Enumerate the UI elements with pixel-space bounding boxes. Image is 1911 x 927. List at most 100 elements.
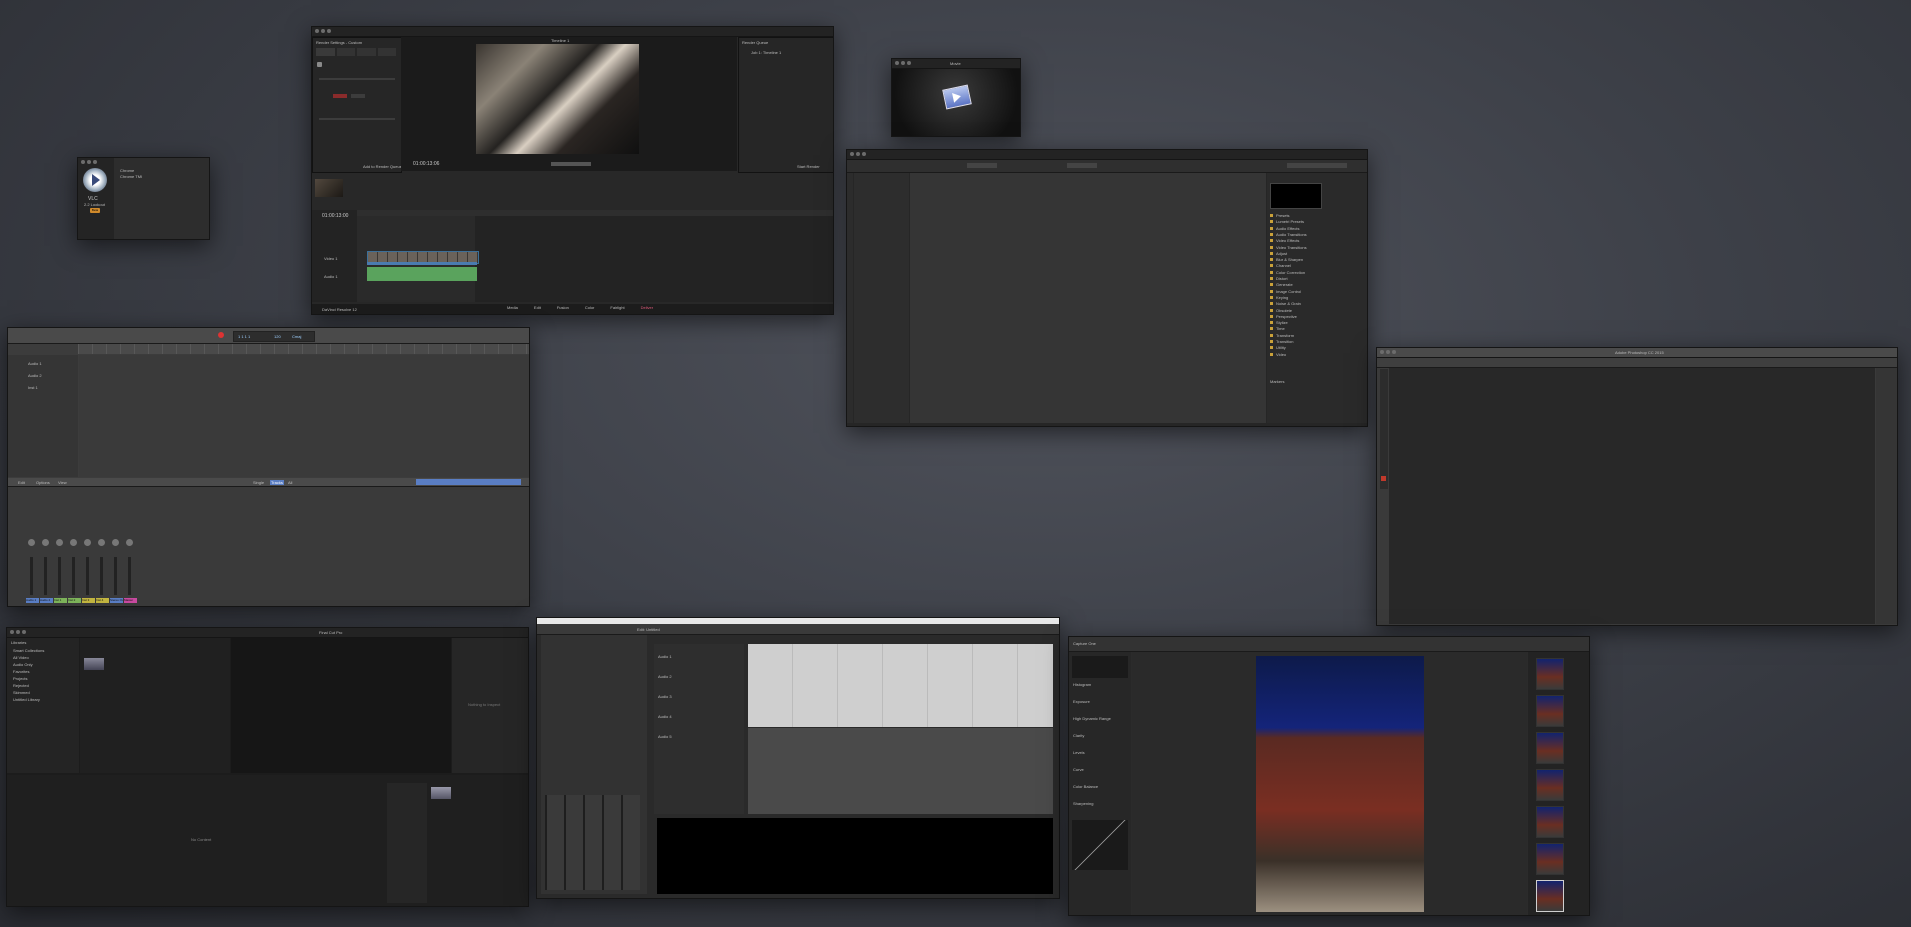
faders[interactable] bbox=[545, 795, 640, 890]
filmstrip-thumbnail[interactable] bbox=[1536, 695, 1564, 727]
page-color[interactable]: Color bbox=[585, 305, 595, 310]
mixer-tab-edit[interactable]: Edit bbox=[18, 480, 25, 485]
effects-list-item[interactable]: Channel bbox=[1276, 263, 1291, 268]
effects-list-item[interactable]: Lumetri Presets bbox=[1276, 219, 1304, 224]
transport-buttons[interactable] bbox=[967, 163, 997, 168]
add-queue-button[interactable]: Add to Render Queue bbox=[363, 164, 402, 169]
library-item[interactable]: Skimmed bbox=[13, 690, 30, 695]
mixer-tab-view[interactable]: View bbox=[58, 480, 67, 485]
job-item[interactable]: Job 1: Timeline 1 bbox=[751, 50, 781, 55]
tool-section[interactable]: Sharpening bbox=[1073, 801, 1093, 806]
effects-list-item[interactable]: Noise & Grain bbox=[1276, 301, 1301, 306]
pan-knob[interactable] bbox=[28, 539, 35, 546]
effects-list-item[interactable]: Keying bbox=[1276, 295, 1288, 300]
tool-section[interactable]: High Dynamic Range bbox=[1073, 716, 1111, 721]
window-controls[interactable] bbox=[81, 160, 97, 164]
filmstrip-thumbnail[interactable] bbox=[1536, 880, 1564, 912]
media-thumbnail[interactable] bbox=[315, 179, 343, 197]
settings-icon[interactable] bbox=[317, 62, 322, 67]
pan-knob[interactable] bbox=[70, 539, 77, 546]
filmstrip-thumbnail[interactable] bbox=[1536, 732, 1564, 764]
effects-list-item[interactable]: Image Control bbox=[1276, 289, 1301, 294]
page-edit[interactable]: Edit bbox=[534, 305, 541, 310]
lcd-display[interactable]: 1 1 1 1 120 Cmaj bbox=[233, 331, 315, 342]
filter-all[interactable]: All bbox=[288, 480, 292, 485]
tool-section[interactable]: Color Balance bbox=[1073, 784, 1098, 789]
clip-thumbnail[interactable] bbox=[84, 658, 104, 670]
effects-list-item[interactable]: Color Correction bbox=[1276, 270, 1305, 275]
effects-list-item[interactable]: Distort bbox=[1276, 276, 1288, 281]
filter-single[interactable]: Single bbox=[253, 480, 264, 485]
record-button[interactable] bbox=[218, 332, 224, 338]
channel-fader[interactable] bbox=[44, 557, 47, 595]
filmstrip-thumbnail[interactable] bbox=[1536, 806, 1564, 838]
curve-graph[interactable] bbox=[1072, 820, 1128, 870]
channel-fader[interactable] bbox=[58, 557, 61, 595]
pan-knob[interactable] bbox=[112, 539, 119, 546]
transport-controls[interactable] bbox=[551, 162, 591, 166]
start-render-button[interactable]: Start Render bbox=[797, 164, 820, 169]
pan-knob[interactable] bbox=[126, 539, 133, 546]
filter-tracks[interactable]: Tracks bbox=[270, 480, 284, 485]
effects-list-item[interactable]: Audio Transitions bbox=[1276, 232, 1307, 237]
zoom-control[interactable] bbox=[1067, 163, 1097, 168]
codec-field[interactable] bbox=[351, 94, 365, 98]
library-item[interactable]: Audio Only bbox=[13, 662, 33, 667]
mixer-category-buttons[interactable] bbox=[416, 479, 521, 485]
effects-list-item[interactable]: Utility bbox=[1276, 345, 1286, 350]
effects-list-item[interactable]: Time bbox=[1276, 326, 1285, 331]
channel-fader[interactable] bbox=[30, 557, 33, 595]
tool-section[interactable]: Curve bbox=[1073, 767, 1084, 772]
page-fairlight[interactable]: Fairlight bbox=[610, 305, 624, 310]
tool-section[interactable]: Histogram bbox=[1073, 682, 1091, 687]
page-fusion[interactable]: Fusion bbox=[557, 305, 569, 310]
effects-list-item[interactable]: Video Effects bbox=[1276, 238, 1299, 243]
library-item[interactable]: Smart Collections bbox=[13, 648, 44, 653]
channel-fader[interactable] bbox=[86, 557, 89, 595]
effects-list-item[interactable]: Generate bbox=[1276, 282, 1293, 287]
swatch-foreground[interactable] bbox=[1381, 476, 1386, 481]
library-item[interactable]: Projects bbox=[13, 676, 27, 681]
filmstrip-thumbnail[interactable] bbox=[1536, 658, 1564, 690]
edit-grid[interactable] bbox=[748, 644, 1053, 727]
page-deliver[interactable]: Deliver bbox=[641, 305, 653, 310]
mixer-tab-options[interactable]: Options bbox=[36, 480, 50, 485]
channel-fader[interactable] bbox=[114, 557, 117, 595]
library-item[interactable]: Untitled Library bbox=[13, 697, 40, 702]
tool-section[interactable]: Exposure bbox=[1073, 699, 1090, 704]
effects-list-item[interactable]: Blur & Sharpen bbox=[1276, 257, 1303, 262]
effects-list-item[interactable]: Obsolete bbox=[1276, 308, 1292, 313]
effects-list-item[interactable]: Audio Effects bbox=[1276, 226, 1300, 231]
filmstrip-thumbnail[interactable] bbox=[1536, 843, 1564, 875]
effects-list-item[interactable]: Presets bbox=[1276, 213, 1290, 218]
effects-list-item[interactable]: Transform bbox=[1276, 333, 1294, 338]
tool-section[interactable]: Levels bbox=[1073, 750, 1085, 755]
pan-knob[interactable] bbox=[56, 539, 63, 546]
page-media[interactable]: Media bbox=[507, 305, 518, 310]
effects-list-item[interactable]: Perspective bbox=[1276, 314, 1297, 319]
effects-list-item[interactable]: Stylize bbox=[1276, 320, 1288, 325]
library-item[interactable]: Rejected bbox=[13, 683, 29, 688]
list-item[interactable]: Chrome bbox=[120, 168, 134, 173]
effects-list-item[interactable]: Transition bbox=[1276, 339, 1293, 344]
view-buttons[interactable] bbox=[1287, 163, 1347, 168]
preset-row[interactable] bbox=[316, 48, 396, 56]
format-swatch[interactable] bbox=[333, 94, 347, 98]
library-item[interactable]: All Video bbox=[13, 655, 29, 660]
pan-knob[interactable] bbox=[42, 539, 49, 546]
movie-icon[interactable] bbox=[942, 84, 972, 110]
library-item[interactable]: Favorites bbox=[13, 669, 29, 674]
ruler[interactable] bbox=[78, 344, 529, 354]
pan-knob[interactable] bbox=[84, 539, 91, 546]
channel-fader[interactable] bbox=[100, 557, 103, 595]
play-button-icon[interactable] bbox=[83, 168, 107, 192]
pan-knob[interactable] bbox=[98, 539, 105, 546]
effects-list-item[interactable]: Adjust bbox=[1276, 251, 1287, 256]
filmstrip-thumbnail[interactable] bbox=[1536, 769, 1564, 801]
audio-clip[interactable] bbox=[367, 267, 477, 281]
channel-fader[interactable] bbox=[128, 557, 131, 595]
effects-list-item[interactable]: Video Transitions bbox=[1276, 245, 1307, 250]
list-item[interactable]: Chrome TMI bbox=[120, 174, 142, 179]
tool-section[interactable]: Clarity bbox=[1073, 733, 1084, 738]
effect-thumbnail[interactable] bbox=[431, 787, 451, 799]
